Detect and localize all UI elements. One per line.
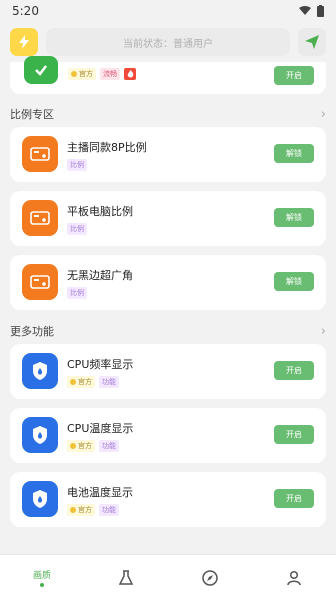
nav-lab[interactable] xyxy=(96,555,156,600)
feature-icon xyxy=(24,56,58,84)
feature-card[interactable]: 电池温度显示 官方 功能 开启 xyxy=(10,472,326,527)
status-time: 5:20 xyxy=(12,4,39,18)
enable-button[interactable]: 开启 xyxy=(274,66,314,85)
card-title: 主播同款8P比例 xyxy=(67,141,147,154)
ratio-card[interactable]: 无黑边超广角 比例 解锁 xyxy=(10,255,326,310)
tag-ratio: 比例 xyxy=(67,159,87,171)
section-header-ratio[interactable]: 比例专区 › xyxy=(10,106,326,122)
badge-icon xyxy=(71,71,77,77)
nav-home[interactable]: 画质 xyxy=(12,555,72,600)
tag-function: 功能 xyxy=(99,376,119,388)
status-bar: 5:20 xyxy=(0,0,336,22)
fire-icon xyxy=(124,68,136,80)
monitor-icon xyxy=(30,147,50,161)
feature-card-partial: 官方 流畅 开启 xyxy=(10,56,326,94)
feature-icon xyxy=(22,353,58,389)
unlock-button[interactable]: 解锁 xyxy=(274,208,314,227)
section-title-ratio: 比例专区 xyxy=(10,108,54,121)
compass-icon xyxy=(202,569,218,586)
section-header-more[interactable]: 更多功能 › xyxy=(10,323,326,339)
tag-official: 官方 xyxy=(67,504,95,516)
active-indicator xyxy=(40,583,44,587)
feature-icon xyxy=(22,417,58,453)
lightning-icon xyxy=(19,35,29,49)
tag-smooth: 流畅 xyxy=(100,68,120,80)
section-title-more: 更多功能 xyxy=(10,325,54,338)
card-title: 无黑边超广角 xyxy=(67,269,133,282)
chevron-right-icon: › xyxy=(320,106,326,122)
check-icon xyxy=(35,65,47,76)
shield-icon xyxy=(33,426,47,444)
tag-official: 官方 xyxy=(67,440,95,452)
ratio-icon xyxy=(22,264,58,300)
tag-ratio: 比例 xyxy=(67,287,87,299)
unlock-button[interactable]: 解锁 xyxy=(274,272,314,291)
feature-card[interactable]: CPU频率显示 官方 功能 开启 xyxy=(10,344,326,399)
wifi-icon xyxy=(299,6,311,15)
ratio-card[interactable]: 主播同款8P比例 比例 解锁 xyxy=(10,127,326,182)
ratio-icon xyxy=(22,136,58,172)
avatar[interactable] xyxy=(10,28,38,56)
shield-icon xyxy=(33,490,47,508)
ratio-icon xyxy=(22,200,58,236)
monitor-icon xyxy=(30,275,50,289)
chevron-right-icon: › xyxy=(320,323,326,339)
battery-icon xyxy=(317,5,324,17)
user-status-text: 当前状态：普通用户 xyxy=(123,38,213,50)
tag-ratio: 比例 xyxy=(67,223,87,235)
enable-button[interactable]: 开启 xyxy=(274,361,314,380)
tag-function: 功能 xyxy=(99,440,119,452)
send-button[interactable] xyxy=(298,28,326,56)
badge-icon xyxy=(70,443,76,449)
ratio-card[interactable]: 平板电脑比例 比例 解锁 xyxy=(10,191,326,246)
unlock-button[interactable]: 解锁 xyxy=(274,144,314,163)
send-icon xyxy=(305,35,319,49)
user-icon xyxy=(287,570,301,585)
user-status-pill: 当前状态：普通用户 xyxy=(46,28,290,56)
feature-icon xyxy=(22,481,58,517)
shield-icon xyxy=(33,362,47,380)
card-title: CPU温度显示 xyxy=(67,422,134,435)
tag-official: 官方 xyxy=(68,68,96,80)
card-title: 电池温度显示 xyxy=(67,486,133,499)
bottom-nav: 画质 xyxy=(0,554,336,600)
monitor-icon xyxy=(30,211,50,225)
card-title: 平板电脑比例 xyxy=(67,205,133,218)
enable-button[interactable]: 开启 xyxy=(274,425,314,444)
badge-icon xyxy=(70,379,76,385)
badge-icon xyxy=(70,507,76,513)
flask-icon xyxy=(118,569,134,585)
tag-function: 功能 xyxy=(99,504,119,516)
tag-official: 官方 xyxy=(67,376,95,388)
nav-profile[interactable] xyxy=(264,555,324,600)
enable-button[interactable]: 开启 xyxy=(274,489,314,508)
card-title: CPU频率显示 xyxy=(67,358,134,371)
nav-home-label: 画质 xyxy=(32,571,51,581)
nav-discover[interactable] xyxy=(180,555,240,600)
feature-card[interactable]: CPU温度显示 官方 功能 开启 xyxy=(10,408,326,463)
